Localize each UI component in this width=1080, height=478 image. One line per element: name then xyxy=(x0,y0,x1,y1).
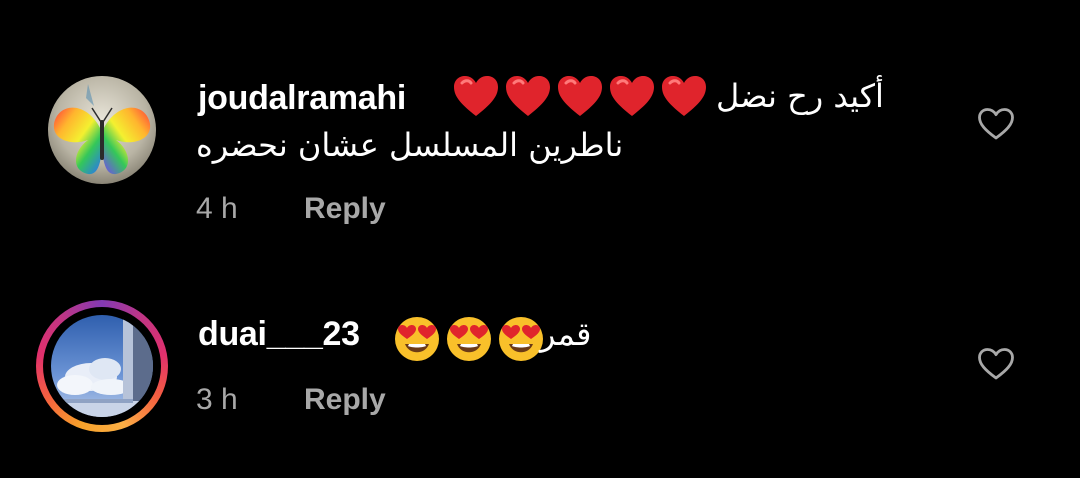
comment-timestamp: 4 h xyxy=(196,192,238,225)
like-button[interactable] xyxy=(976,106,1016,142)
like-button[interactable] xyxy=(976,346,1016,382)
heart-eyes-icon xyxy=(447,317,491,361)
reply-button[interactable]: Reply xyxy=(304,191,386,227)
comment-timestamp: 3 h xyxy=(196,383,238,416)
comment-username[interactable]: joudalramahi xyxy=(198,78,406,118)
comment-text-line: أكيد رح نضل xyxy=(716,77,884,115)
window-sky-avatar-icon xyxy=(51,315,153,417)
comment-username[interactable]: duai___23 xyxy=(198,314,360,354)
red-heart-icon xyxy=(454,76,498,116)
comment-text-line: ناطرين المسلسل عشان نحضره xyxy=(196,126,624,164)
comment-text: قمر xyxy=(540,315,592,353)
comment-item: duai___23 قمر 3 h Reply xyxy=(0,300,1080,440)
red-heart-icon xyxy=(610,76,654,116)
red-heart-icon xyxy=(558,76,602,116)
emoji-row xyxy=(452,74,708,118)
heart-eyes-icon xyxy=(499,317,543,361)
heart-outline-icon xyxy=(978,348,1014,380)
avatar[interactable] xyxy=(51,315,153,417)
heart-outline-icon xyxy=(978,108,1014,140)
red-heart-icon xyxy=(662,76,706,116)
avatar[interactable] xyxy=(48,76,156,184)
emoji-row xyxy=(393,315,545,363)
comment-item: joudalramahi أكيد رح نضل ناطرين المسلسل … xyxy=(0,70,1080,240)
reply-button[interactable]: Reply xyxy=(304,382,386,418)
red-heart-icon xyxy=(506,76,550,116)
rainbow-butterfly-avatar-icon xyxy=(48,76,156,184)
heart-eyes-icon xyxy=(395,317,439,361)
